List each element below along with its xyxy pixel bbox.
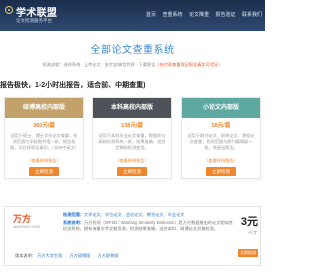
version-info: 版本说明： 万方大学生版 万方硕博版 万方职称版	[15, 252, 215, 259]
card-description: 适用于本科毕业论文查重，数据库与高校检测系统一致，结果准确，适合定稿前检测使用。	[98, 133, 166, 150]
check-now-button[interactable]: 立即检测	[117, 167, 147, 176]
wanfang-info: 检测范围：大学论文、学位论文、会议论文、期刊论文、毕业论文 系统说明：万方检测（…	[63, 212, 237, 244]
nav-item-contact[interactable]: 联系我们	[242, 11, 262, 19]
wanfang-logo: 万方 WANFANG DATA	[13, 214, 55, 236]
process-note: （先付款查重保证报告真实可验证）	[155, 62, 223, 67]
check-now-button[interactable]: 立即检测	[206, 167, 236, 176]
detection-range-label: 检测范围：	[63, 212, 84, 217]
section-heading: 报告极快，1-2小时出报告，适合前、中期查重)	[0, 82, 146, 89]
logo-emblem-icon	[5, 6, 13, 14]
page-title: 全部论文查重系统	[90, 45, 175, 56]
nav-item-check-systems[interactable]: 查重系统	[162, 11, 182, 19]
nav-item-home[interactable]: 首页	[146, 11, 156, 19]
site-logo[interactable]: 学术联盟 论文检测服务平台	[5, 3, 75, 28]
process-label: 检测流程：	[42, 62, 64, 67]
check-now-button[interactable]: 立即检测	[29, 167, 59, 176]
detection-range: 检测范围：大学论文、学位论文、会议论文、期刊论文、毕业论文	[63, 212, 237, 218]
wanfang-price-unit: /千字	[247, 230, 257, 235]
plan-card-short-paper: 小论文内部版 58元/篇 适用于期刊论文、职称论文、课程论文查重，检测范围与期刊…	[181, 97, 261, 179]
wanfang-logo-sub: WANFANG DATA	[13, 225, 41, 229]
card-price: 360元/篇	[33, 123, 55, 129]
sample-report-link[interactable]: （查看样例报告）	[5, 158, 83, 164]
detection-range-text: 大学论文、学位论文、会议论文、期刊论文、毕业论文	[83, 212, 185, 217]
version-link-title[interactable]: 万方职称版	[98, 253, 119, 258]
card-header: 本科高校内部版	[93, 98, 171, 118]
sample-report-link[interactable]: （查看样例报告）	[182, 158, 260, 164]
system-description-label: 系统说明：	[63, 220, 84, 225]
logo-subtitle: 论文检测服务平台	[16, 18, 52, 23]
card-header: 小论文内部版	[182, 98, 260, 118]
wanfang-logo-name: 万方	[13, 214, 32, 224]
process-steps: 检测流程：选择系统 · 上传论文 · 支付宝/微信付款 · 下载报告（先付款查重…	[18, 62, 247, 68]
version-link-undergrad[interactable]: 万方大学生版	[37, 253, 62, 258]
wanfang-system-panel: 万方 WANFANG DATA 检测范围：大学论文、学位论文、会议论文、期刊论文…	[4, 206, 261, 266]
plan-card-undergraduate: 本科高校内部版 138元/篇 适用于本科毕业论文查重，数据库与高校检测系统一致，…	[92, 97, 172, 179]
site-header: 学术联盟 论文检测服务平台 首页 查重系统 论文降重 报告验证 联系我们	[0, 0, 265, 31]
plan-card-master-doctor: 硕博高校内部版 360元/篇 适用于硕士、博士学位论文查重，检测范围与学校图书馆…	[4, 97, 84, 179]
sample-report-link[interactable]: （查看样例报告）	[93, 158, 171, 164]
nav-item-verify[interactable]: 报告验证	[215, 11, 235, 19]
card-price: 138元/篇	[121, 123, 143, 129]
system-description: 系统说明：万方检测（WFSD / Wanfang Similarity Dete…	[63, 220, 237, 244]
logo-title: 学术联盟	[16, 8, 58, 19]
wanfang-check-button[interactable]: 立即检测	[238, 249, 258, 257]
version-label: 版本说明：	[15, 253, 36, 258]
nav-item-reduce[interactable]: 论文降重	[189, 11, 209, 19]
system-description-text: 万方检测（WFSD / Wanfang Similarity Detection…	[63, 220, 233, 231]
main-nav: 首页 查重系统 论文降重 报告验证 联系我们	[146, 11, 262, 19]
wanfang-price: 3元	[240, 216, 258, 228]
card-description: 适用于硕士、博士学位论文查重，检测范围与学校图书馆一致，报告权威，可在线验证真伪…	[10, 133, 78, 150]
card-header: 硕博高校内部版	[5, 98, 83, 118]
version-link-master[interactable]: 万方硕博版	[69, 253, 90, 258]
card-price: 58元/篇	[211, 123, 231, 129]
process-steps-text: 选择系统 · 上传论文 · 支付宝/微信付款 · 下载报告	[63, 62, 156, 67]
card-description: 适用于期刊论文、职称论文、课程论文查重，检测范围与期刊编辑部一致，快速出报告。	[187, 133, 255, 150]
